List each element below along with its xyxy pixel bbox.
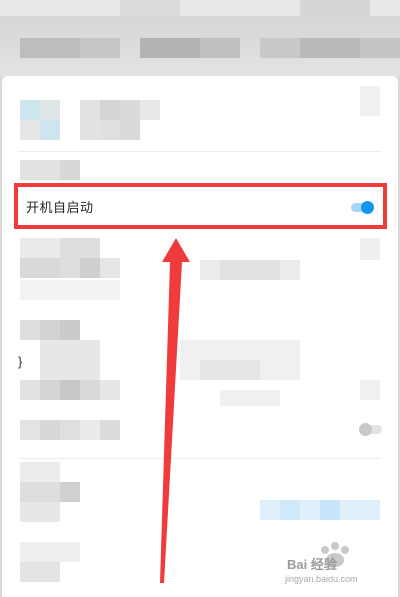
auto-start-setting-row[interactable]: 开机自启动 <box>14 183 387 229</box>
blurred-section-header <box>20 160 60 180</box>
blurred-header <box>0 0 400 76</box>
auto-start-label: 开机自启动 <box>26 200 94 215</box>
baidu-jingyan-watermark: Bai 经验 jingyan.baidu.com <box>283 538 395 594</box>
secondary-toggle[interactable] <box>359 423 382 436</box>
toggle-knob <box>359 423 372 436</box>
divider <box>18 151 381 152</box>
divider <box>18 458 381 459</box>
auto-start-toggle[interactable] <box>351 201 374 214</box>
watermark-brand: Bai 经验 <box>287 557 337 572</box>
blurred-text-fragment: } <box>18 354 23 369</box>
watermark-url: jingyan.baidu.com <box>285 574 358 584</box>
toggle-knob <box>361 201 374 214</box>
